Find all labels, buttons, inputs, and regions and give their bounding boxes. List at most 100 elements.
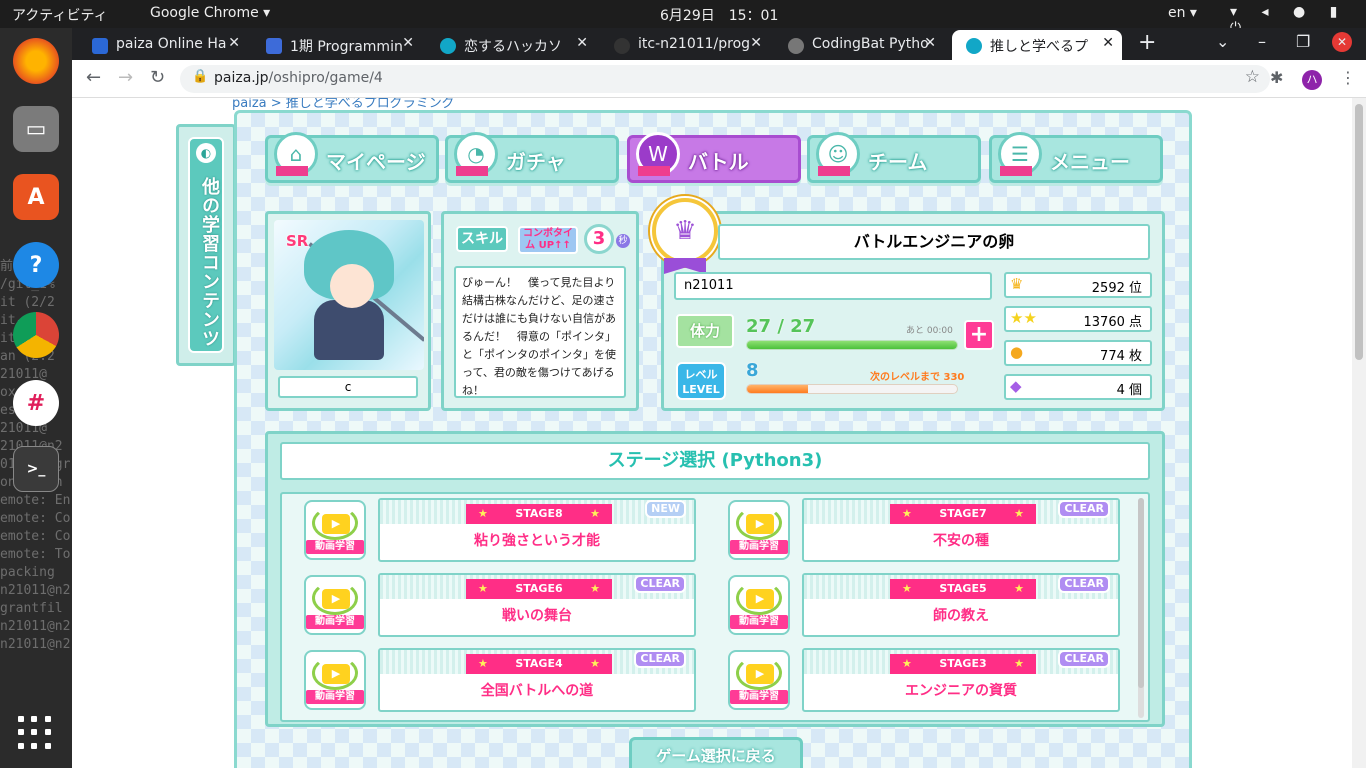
help-icon[interactable]: ? — [13, 242, 59, 288]
nav-gacha-button[interactable]: ◔ ガチャ — [445, 132, 619, 183]
more-menu-icon[interactable]: ⋮ — [1340, 68, 1356, 87]
stage-badge: CLEAR — [1058, 575, 1110, 593]
tab-favicon — [966, 38, 982, 54]
browser-tab[interactable]: paiza Online Ha ✕ — [78, 30, 248, 60]
close-icon[interactable]: ✕ — [402, 35, 414, 51]
page-scrollbar-thumb[interactable] — [1355, 104, 1363, 360]
hp-label: 体力 — [676, 314, 734, 348]
other-content-panel[interactable]: ◐ 他の学習コンテンツ — [176, 124, 236, 366]
video-learning-label: 動画学習 — [730, 615, 788, 629]
character-card[interactable]: SR c — [265, 211, 431, 411]
gem-icon: ◆ — [1010, 377, 1022, 395]
extensions-icon[interactable]: ✱ — [1270, 68, 1283, 87]
video-learning-label: 動画学習 — [306, 615, 364, 629]
stage-select-panel: ステージ選択 (Python3) ▶ 動画学習 STAGE8 NEW 粘り強さと… — [265, 431, 1165, 727]
tab-favicon — [440, 38, 456, 54]
terminal-icon[interactable]: >_ — [13, 446, 59, 492]
stage-card[interactable]: STAGE3 CLEAR エンジニアの資質 — [802, 648, 1120, 712]
software-icon[interactable]: A — [13, 174, 59, 220]
video-learning-button[interactable]: ▶ 動画学習 — [728, 650, 790, 710]
app-menu[interactable]: Google Chrome ▾ — [150, 5, 270, 21]
profile-avatar[interactable]: ハ — [1302, 70, 1322, 90]
video-learning-button[interactable]: ▶ 動画学習 — [304, 650, 366, 710]
play-icon: ▶ — [322, 589, 350, 609]
stage-item[interactable]: ▶ 動画学習 STAGE4 CLEAR 全国バトルへの道 — [282, 646, 696, 712]
page-viewport: paiza > 推しと学べるプログラミング ◐ 他の学習コンテンツ ⌂ マイペー… — [72, 98, 1366, 768]
reload-icon[interactable]: ↻ — [150, 67, 165, 88]
tab-title: 推しと学べるプ — [990, 39, 1088, 55]
stage-list[interactable]: ▶ 動画学習 STAGE8 NEW 粘り強さという才能 ▶ 動画学習 — [280, 492, 1150, 722]
stage-list-scrollbar[interactable] — [1138, 498, 1144, 718]
files-icon[interactable]: ▭ — [13, 106, 59, 152]
video-learning-button[interactable]: ▶ 動画学習 — [728, 500, 790, 560]
scrollbar-thumb[interactable] — [1138, 498, 1144, 688]
tab-search-icon[interactable]: ⌄ — [1216, 32, 1229, 51]
address-bar[interactable]: 🔒 paiza.jp/oshipro/game/4 ☆ — [180, 65, 1270, 93]
browser-tab[interactable]: CodingBat Pytho ✕ — [774, 30, 944, 60]
slack-icon[interactable]: # — [13, 380, 59, 426]
close-icon[interactable]: ✕ — [750, 35, 762, 51]
firefox-icon[interactable] — [13, 38, 59, 84]
browser-tab[interactable]: itc-n21011/prog ✕ — [600, 30, 770, 60]
stage-item[interactable]: ▶ 動画学習 STAGE5 CLEAR 師の教え — [706, 571, 1120, 637]
stage-name: 不安の種 — [933, 533, 989, 549]
crown-badge-icon: ♛ — [652, 198, 718, 274]
close-window-icon[interactable]: ✕ — [1332, 32, 1352, 52]
nav-menu-button[interactable]: ☰ メニュー — [989, 132, 1163, 183]
stage-card[interactable]: STAGE7 CLEAR 不安の種 — [802, 498, 1120, 562]
status-card: ♛ バトルエンジニアの卵 n21011 体力 27 / 27 あと 00:00 … — [652, 198, 1165, 411]
dock: 前の選 /git_1% it (2/2 it-n2 it (1:2 an (2:… — [0, 28, 72, 768]
input-language[interactable]: en ▾ — [1168, 5, 1197, 21]
video-learning-button[interactable]: ▶ 動画学習 — [304, 575, 366, 635]
minimize-icon[interactable]: – — [1258, 32, 1266, 51]
hp-recover-button[interactable]: + — [964, 320, 994, 350]
character-image[interactable]: SR — [274, 220, 424, 370]
back-icon[interactable]: ← — [86, 67, 101, 88]
rarity-badge: SR — [286, 232, 309, 250]
close-icon[interactable]: ✕ — [228, 35, 240, 51]
chrome-icon[interactable] — [13, 312, 59, 358]
stage-item[interactable]: ▶ 動画学習 STAGE3 CLEAR エンジニアの資質 — [706, 646, 1120, 712]
stage-name: 師の教え — [933, 608, 989, 624]
stage-item[interactable]: ▶ 動画学習 STAGE6 CLEAR 戦いの舞台 — [282, 571, 696, 637]
browser-tab-active[interactable]: 推しと学べるプ ✕ — [952, 30, 1122, 60]
browser-tab[interactable]: 1期 Programmin ✕ — [252, 30, 422, 60]
back-to-game-select-button[interactable]: ゲーム選択に戻る — [629, 737, 803, 768]
video-learning-button[interactable]: ▶ 動画学習 — [728, 575, 790, 635]
clock[interactable]: 6月29日 15：01 — [660, 5, 778, 25]
close-icon[interactable]: ✕ — [924, 35, 936, 51]
close-icon[interactable]: ✕ — [576, 35, 588, 51]
ribbon-decoration — [456, 166, 488, 176]
activities-button[interactable]: アクティビティ — [12, 5, 108, 25]
nav-mypage-button[interactable]: ⌂ マイページ — [265, 132, 439, 183]
new-tab-button[interactable]: + — [1138, 30, 1156, 55]
other-content-button[interactable]: ◐ 他の学習コンテンツ — [188, 137, 224, 353]
play-icon: ▶ — [746, 589, 774, 609]
bookmark-star-icon[interactable]: ☆ — [1245, 67, 1260, 87]
level-value: 8 — [746, 360, 759, 381]
tab-title: 恋するハッカソ — [464, 39, 562, 55]
nav-team-button[interactable]: ☺ チーム — [807, 132, 981, 183]
stage-card[interactable]: STAGE4 CLEAR 全国バトルへの道 — [378, 648, 696, 712]
browser-tab[interactable]: 恋するハッカソ ✕ — [426, 30, 596, 60]
restore-icon[interactable]: ❐ — [1296, 32, 1310, 51]
video-learning-button[interactable]: ▶ 動画学習 — [304, 500, 366, 560]
stage-card[interactable]: STAGE6 CLEAR 戦いの舞台 — [378, 573, 696, 637]
stage-card[interactable]: STAGE8 NEW 粘り強さという才能 — [378, 498, 696, 562]
stage-number: STAGE3 — [890, 654, 1036, 674]
tab-title: 1期 Programmin — [290, 39, 403, 55]
close-icon[interactable]: ✕ — [1102, 35, 1114, 51]
nav-battle-button[interactable]: W バトル — [627, 132, 801, 183]
page-scrollbar[interactable] — [1352, 98, 1366, 768]
stage-item[interactable]: ▶ 動画学習 STAGE7 CLEAR 不安の種 — [706, 496, 1120, 562]
forward-icon[interactable]: → — [118, 67, 133, 88]
lock-icon[interactable]: 🔒 — [192, 69, 208, 84]
game-main-panel: ⌂ マイページ ◔ ガチャ W バトル ☺ チーム ☰ メニュー SR c スキ… — [234, 110, 1192, 768]
stage-item[interactable]: ▶ 動画学習 STAGE8 NEW 粘り強さという才能 — [282, 496, 696, 562]
hp-bar — [746, 340, 958, 350]
app-grid-icon[interactable] — [18, 716, 52, 750]
video-learning-label: 動画学習 — [730, 690, 788, 704]
stage-card[interactable]: STAGE5 CLEAR 師の教え — [802, 573, 1120, 637]
stage-name: エンジニアの資質 — [905, 683, 1017, 699]
nav-label: チーム — [868, 150, 928, 174]
